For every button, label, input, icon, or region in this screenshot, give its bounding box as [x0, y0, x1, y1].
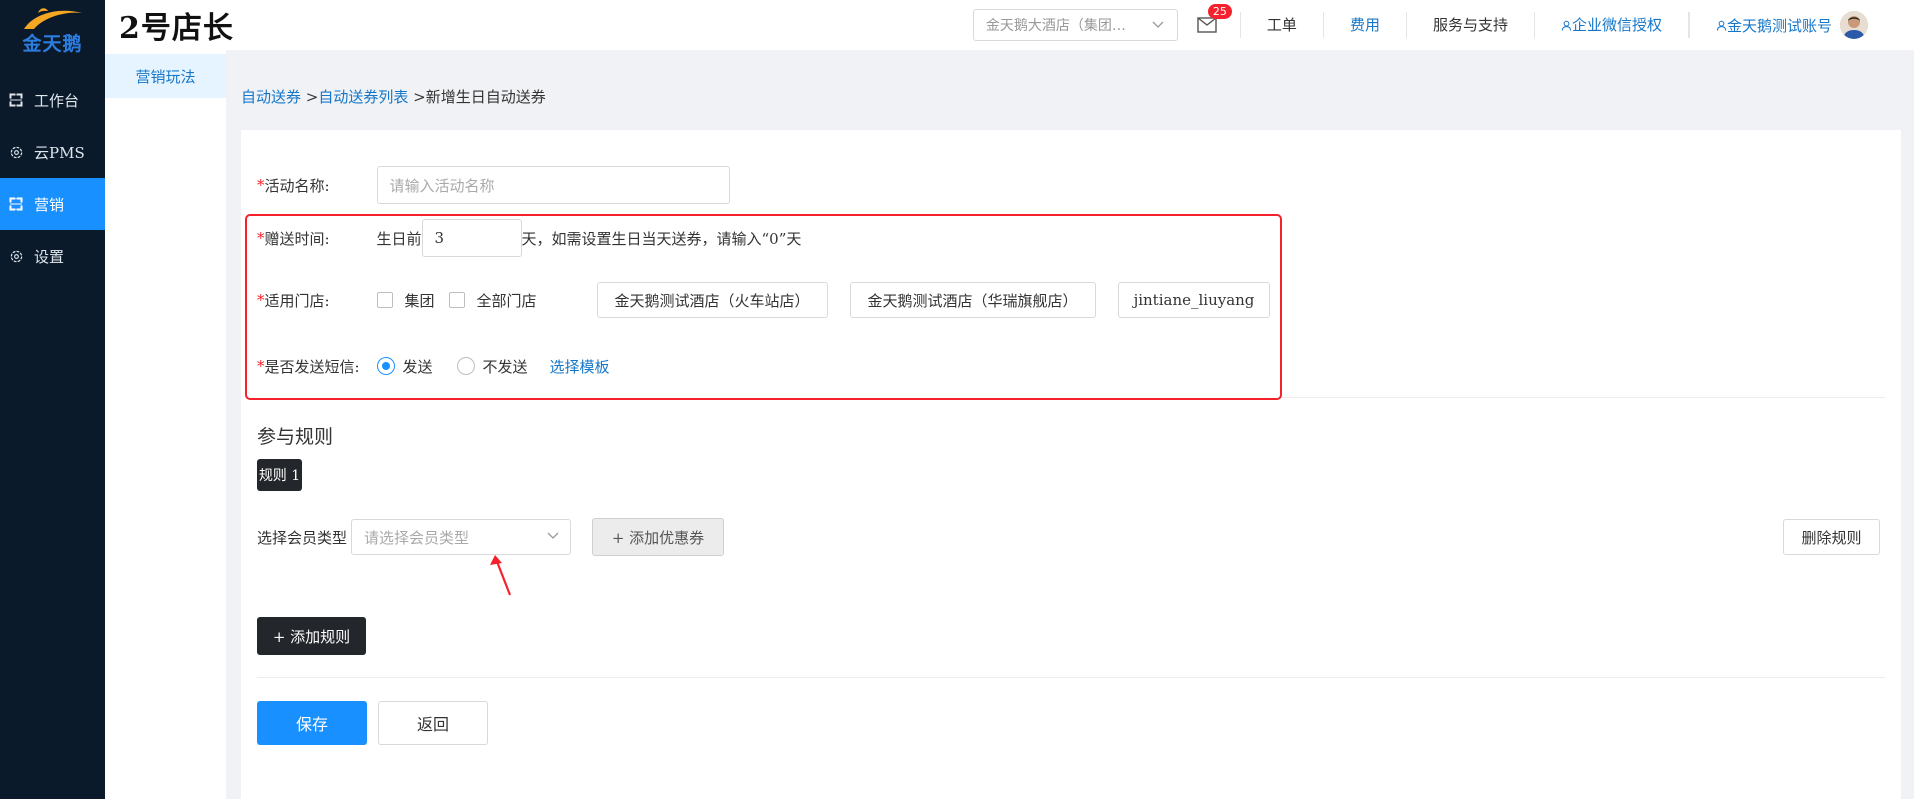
store-option-liuyang[interactable]: jintiane_liuyang — [1117, 282, 1271, 318]
store-option-huarui[interactable]: 金天鹅测试酒店（华瑞旗舰店） — [849, 282, 1096, 318]
workspace-icon — [8, 92, 24, 108]
sms-send-radio[interactable] — [376, 357, 395, 375]
add-rule-button[interactable]: + 添加规则 — [257, 617, 366, 655]
save-button[interactable]: 保存 — [257, 701, 367, 745]
divider — [257, 677, 1885, 678]
sidebar-item-label: 工作台 — [34, 91, 80, 110]
sub-menu: 营销玩法 — [105, 50, 226, 799]
user-icon — [1716, 20, 1727, 31]
hotel-select-value: 金天鹅大酒店（集团… — [985, 18, 1126, 34]
nav-wechat-auth[interactable]: 企业微信授权 — [1535, 12, 1689, 38]
marketing-icon — [8, 196, 24, 212]
gift-time-prefix: 生日前 — [376, 229, 422, 248]
nav-support[interactable]: 服务与支持 — [1407, 12, 1535, 38]
activity-name-row: * 活动名称: 请输入活动名称 — [257, 165, 730, 205]
sidebar-item-label: 云PMS — [34, 143, 85, 162]
sms-label: 是否发送短信: — [264, 357, 360, 376]
required-mark: * — [257, 357, 265, 375]
chevron-down-icon — [1152, 21, 1164, 28]
rules-section-title: 参与规则 — [257, 426, 334, 448]
submenu-item-marketing-play[interactable]: 营销玩法 — [105, 54, 226, 98]
group-checkbox-label: 集团 — [404, 291, 435, 310]
stores-row: * 适用门店: 集团 全部门店 金天鹅测试酒店（火车站店） 金天鹅测试酒店（华瑞… — [257, 282, 1271, 318]
member-type-select[interactable]: 请选择会员类型 — [351, 519, 572, 555]
hotel-select[interactable]: 金天鹅大酒店（集团… — [972, 9, 1178, 41]
required-mark: * — [257, 291, 265, 309]
tab-rule-1[interactable]: 规则 1 — [257, 459, 302, 491]
sidebar-item-marketing[interactable]: 营销 — [0, 178, 105, 230]
gear-icon — [8, 144, 24, 160]
member-type-placeholder: 请选择会员类型 — [364, 528, 470, 547]
account-name: 金天鹅测试账号 — [1726, 16, 1832, 35]
sidebar-item-pms[interactable]: 云PMS — [0, 126, 105, 178]
member-type-label: 选择会员类型 — [257, 528, 348, 547]
main-sidebar: 金天鹅 工作台 云PMS 营销 设置 — [0, 0, 105, 799]
delete-rule-button[interactable]: 删除规则 — [1783, 519, 1880, 555]
breadcrumb-coupon-list[interactable]: 自动送券列表 — [318, 88, 408, 106]
top-bar: 2号店长 金天鹅大酒店（集团… 25 工单 费用 服务与支持 企业微信授权 金天… — [105, 0, 1914, 50]
required-mark: * — [257, 176, 265, 194]
breadcrumb-current: 新增生日自动送券 — [425, 88, 546, 106]
account-menu[interactable]: 金天鹅测试账号 — [1688, 11, 1914, 39]
gift-days-value: 3 — [434, 229, 445, 247]
mail-badge: 25 — [1207, 4, 1232, 19]
all-stores-checkbox[interactable] — [448, 292, 465, 308]
sidebar-item-label: 营销 — [34, 195, 65, 214]
sidebar-item-workspace[interactable]: 工作台 — [0, 74, 105, 126]
gift-time-row: * 赠送时间: 生日前 3 天，如需设置生日当天送券，请输入“0”天 — [257, 219, 801, 257]
select-template-link[interactable]: 选择模板 — [550, 356, 610, 377]
nav-workorder[interactable]: 工单 — [1239, 12, 1324, 38]
gift-time-label: 赠送时间: — [264, 229, 330, 248]
sms-row: * 是否发送短信: 发送 不发送 选择模板 — [257, 353, 610, 379]
gear-icon — [8, 248, 24, 264]
sms-send-label: 发送 — [402, 357, 433, 376]
breadcrumb: 自动送券 >自动送券列表 >新增生日自动送券 — [241, 86, 546, 107]
sms-no-send-label: 不发送 — [482, 357, 528, 376]
store-option-train-station[interactable]: 金天鹅测试酒店（火车站店） — [596, 282, 828, 318]
chevron-down-icon — [547, 532, 559, 539]
nav-fees[interactable]: 费用 — [1324, 12, 1407, 38]
breadcrumb-auto-coupon[interactable]: 自动送券 — [241, 88, 301, 106]
member-type-row: 选择会员类型 请选择会员类型 + 添加优惠券 — [257, 517, 725, 557]
breadcrumb-separator: > — [408, 88, 426, 106]
add-coupon-button[interactable]: + 添加优惠券 — [592, 518, 725, 556]
mail-button[interactable]: 25 — [1194, 4, 1232, 38]
app-title: 2号店长 — [119, 11, 234, 46]
sms-no-send-radio[interactable] — [456, 357, 475, 375]
group-checkbox[interactable] — [376, 292, 393, 308]
top-right-nav: 金天鹅大酒店（集团… 25 工单 费用 服务与支持 企业微信授权 金天鹅测试账号 — [972, 0, 1914, 50]
gift-time-suffix: 天，如需设置生日当天送券，请输入“0”天 — [521, 229, 802, 248]
avatar[interactable] — [1840, 11, 1868, 39]
divider — [1282, 397, 1885, 398]
all-stores-checkbox-label: 全部门店 — [476, 291, 537, 310]
stores-label: 适用门店: — [264, 291, 330, 310]
activity-name-input[interactable]: 请输入活动名称 — [376, 166, 730, 204]
gift-days-input[interactable]: 3 — [421, 219, 522, 257]
breadcrumb-separator: > — [301, 88, 319, 106]
logo-text: 金天鹅 — [22, 32, 83, 55]
required-mark: * — [257, 229, 265, 247]
sidebar-item-label: 设置 — [34, 247, 65, 266]
arrow-annotation-icon — [490, 555, 512, 596]
logo: 金天鹅 — [0, 0, 105, 62]
activity-name-label: 活动名称: — [264, 176, 330, 195]
user-icon — [1561, 20, 1572, 31]
sidebar-item-settings[interactable]: 设置 — [0, 230, 105, 282]
mail-icon — [1197, 17, 1217, 33]
back-button[interactable]: 返回 — [378, 701, 488, 745]
wechat-auth-label: 企业微信授权 — [1571, 16, 1662, 34]
activity-name-placeholder: 请输入活动名称 — [389, 176, 495, 195]
